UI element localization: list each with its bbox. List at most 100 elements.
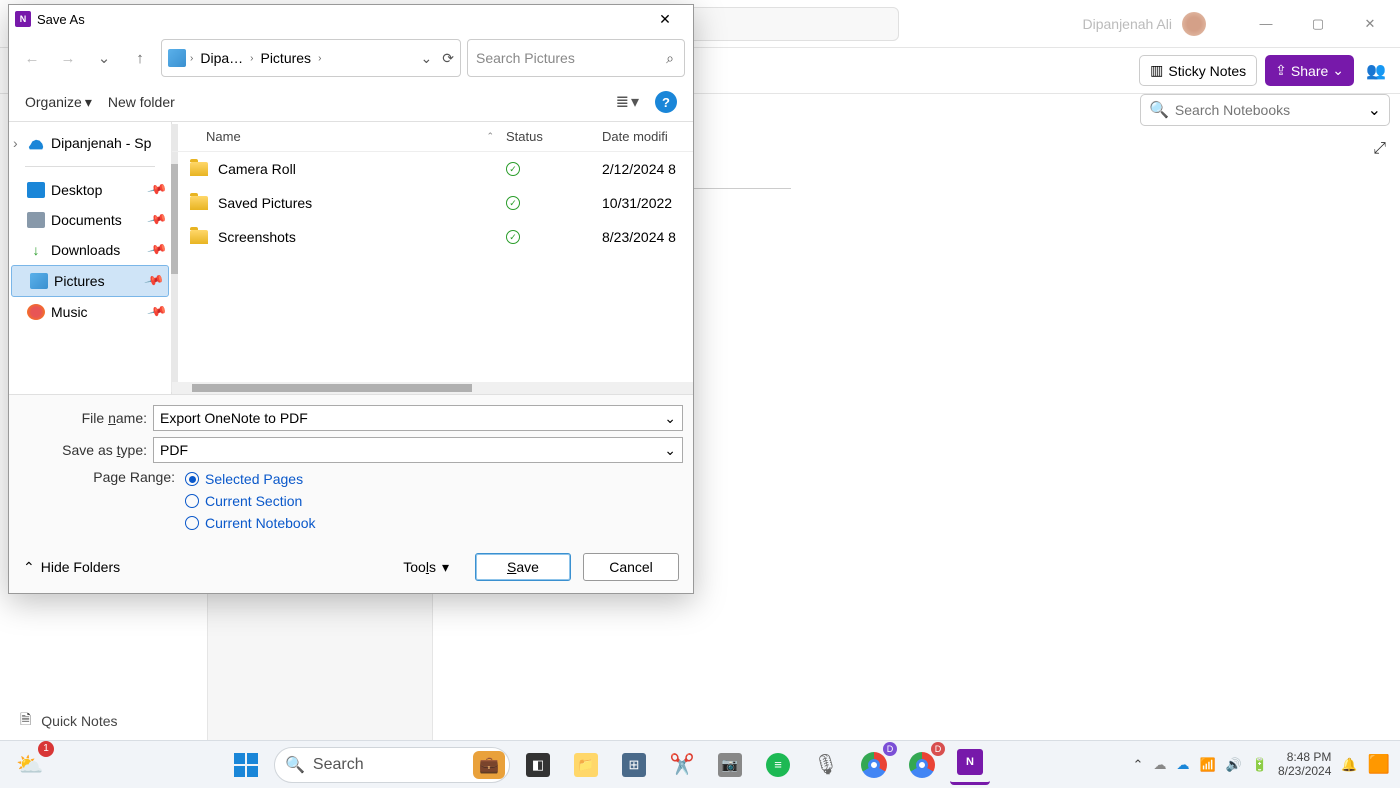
save-button[interactable]: Save [475, 553, 571, 581]
username-label: Dipanjenah Ali [1082, 16, 1172, 32]
task-view-button[interactable]: ◧ [518, 745, 558, 785]
refresh-button[interactable]: ⟳ [442, 50, 454, 67]
notifications-icon[interactable]: 🔔 [1341, 757, 1357, 773]
file-row[interactable]: Saved Pictures ✓ 10/31/2022 [172, 186, 693, 220]
tree-item-desktop[interactable]: Desktop 📌 [9, 175, 171, 205]
file-list-scrollbar[interactable] [172, 382, 693, 394]
weather-widget[interactable]: ⛅ 1 [10, 745, 50, 785]
dialog-close-button[interactable]: ✕ [643, 5, 687, 33]
avatar[interactable] [1182, 12, 1206, 36]
file-row[interactable]: Screenshots ✓ 8/23/2024 8 [172, 220, 693, 254]
breadcrumb[interactable]: › Dipa… › Pictures › ⌄ ⟳ [161, 39, 461, 77]
radio-selected-pages[interactable]: Selected Pages [185, 471, 316, 487]
tree-item-pictures[interactable]: Pictures 📌 [11, 265, 169, 297]
onenote-pages-panel [208, 593, 433, 740]
folder-search[interactable]: Search Pictures ⌕ [467, 39, 685, 77]
minimize-button[interactable]: ― [1244, 9, 1288, 39]
column-date[interactable]: Date modifi [602, 129, 693, 144]
file-date: 8/23/2024 8 [602, 229, 676, 245]
onenote-button[interactable]: N [950, 745, 990, 785]
pin-icon[interactable]: 📌 [146, 179, 168, 201]
file-row[interactable]: Camera Roll ✓ 2/12/2024 8 [172, 152, 693, 186]
search-notebooks-input[interactable] [1175, 102, 1362, 118]
synced-icon: ✓ [506, 230, 520, 244]
presence-icon[interactable]: 👥 [1362, 57, 1390, 85]
radio-current-notebook[interactable]: Current Notebook [185, 515, 316, 531]
column-status[interactable]: Status [506, 129, 602, 144]
tree-label: Pictures [54, 273, 105, 289]
new-folder-button[interactable]: New folder [108, 94, 175, 110]
onedrive-tray-icon-2[interactable]: ☁ [1176, 757, 1189, 773]
tree-item-music[interactable]: Music 📌 [9, 297, 171, 327]
pictures-icon [30, 273, 48, 289]
folder-tree: Dipanjenah - Sp Desktop 📌 Documents 📌 ↓ … [9, 122, 172, 394]
microphone-button[interactable]: 🎙 [806, 745, 846, 785]
breadcrumb-seg-user[interactable]: Dipa… [197, 50, 246, 66]
taskbar-search[interactable]: 🔍 Search 💼 [274, 747, 510, 783]
radio-current-section[interactable]: Current Section [185, 493, 316, 509]
tree-item-onedrive[interactable]: Dipanjenah - Sp [9, 128, 171, 158]
chevron-right-icon[interactable]: › [248, 53, 255, 64]
back-button[interactable]: ← [17, 40, 47, 76]
scrollbar-thumb[interactable] [192, 384, 472, 392]
onedrive-tray-icon[interactable]: ☁ [1153, 757, 1166, 773]
breadcrumb-dropdown[interactable]: ⌄ [421, 50, 433, 67]
chrome-button-1[interactable]: D [854, 745, 894, 785]
organize-menu[interactable]: Organize ▾ [25, 94, 92, 111]
tools-menu[interactable]: Tools ▾ [403, 559, 449, 576]
chrome-button-2[interactable]: D [902, 745, 942, 785]
start-button[interactable] [226, 745, 266, 785]
battery-icon[interactable]: 🔋 [1252, 757, 1268, 773]
tree-item-downloads[interactable]: ↓ Downloads 📌 [9, 235, 171, 265]
forward-button[interactable]: → [53, 40, 83, 76]
taskbar: ⛅ 1 🔍 Search 💼 ◧ 📁 ⊞ ✂️ 📷 ≡ 🎙 D D N ⌃ ☁ … [0, 740, 1400, 788]
spotify-button[interactable]: ≡ [758, 745, 798, 785]
chevron-down-icon: ▾ [85, 94, 92, 111]
clock[interactable]: 8:48 PM 8/23/2024 [1278, 751, 1331, 779]
file-name: Screenshots [218, 229, 506, 245]
chevron-down-icon: ⌄ [1332, 62, 1344, 79]
sticky-notes-button[interactable]: ▥ Sticky Notes [1139, 55, 1257, 86]
file-name-label: File name: [19, 410, 153, 426]
chevron-up-icon: ⌃ [23, 559, 35, 576]
pin-icon[interactable]: 📌 [146, 301, 168, 323]
chevron-down-icon[interactable]: ⌄ [664, 442, 676, 459]
file-explorer-button[interactable]: 📁 [566, 745, 606, 785]
radio-label: Current Section [205, 493, 302, 509]
save-type-select[interactable]: PDF ⌄ [153, 437, 683, 463]
pin-icon[interactable]: 📌 [146, 209, 168, 231]
column-name[interactable]: Name ⌃ [206, 129, 506, 144]
recent-dropdown[interactable]: ⌄ [89, 40, 119, 76]
folder-icon [190, 162, 208, 176]
maximize-button[interactable]: ▢ [1296, 9, 1340, 39]
breadcrumb-seg-pictures[interactable]: Pictures [257, 50, 314, 66]
sort-asc-icon: ⌃ [486, 131, 494, 142]
chevron-down-icon[interactable]: ⌄ [1368, 100, 1381, 120]
file-name-input[interactable]: Export OneNote to PDF ⌄ [153, 405, 683, 431]
search-icon[interactable]: ⌕ [666, 50, 674, 67]
tray-overflow[interactable]: ⌃ [1133, 757, 1144, 773]
copilot-icon[interactable]: 🟧 [1368, 754, 1390, 775]
expand-icon[interactable]: ⤢ [1373, 140, 1386, 158]
folder-icon [190, 230, 208, 244]
pin-icon[interactable]: 📌 [143, 270, 165, 292]
tree-item-documents[interactable]: Documents 📌 [9, 205, 171, 235]
calculator-button[interactable]: ⊞ [614, 745, 654, 785]
quick-notes-item[interactable]: 🗎 Quick Notes [20, 709, 118, 733]
wifi-icon[interactable]: 📶 [1199, 757, 1215, 773]
up-button[interactable]: ↑ [125, 40, 155, 76]
chevron-right-icon[interactable]: › [316, 53, 323, 64]
close-button[interactable]: ✕ [1348, 9, 1392, 39]
search-notebooks[interactable]: 🔍 ⌄ [1140, 94, 1390, 126]
chevron-right-icon[interactable]: › [188, 53, 195, 64]
share-button[interactable]: ⇪ Share ⌄ [1265, 55, 1354, 86]
view-menu[interactable]: ≣ ▾ [616, 92, 639, 112]
volume-icon[interactable]: 🔊 [1226, 757, 1242, 773]
cancel-button[interactable]: Cancel [583, 553, 679, 581]
pin-icon[interactable]: 📌 [146, 239, 168, 261]
snipping-tool-button[interactable]: ✂️ [662, 745, 702, 785]
camera-button[interactable]: 📷 [710, 745, 750, 785]
hide-folders-toggle[interactable]: ⌃ Hide Folders [23, 559, 120, 576]
help-button[interactable]: ? [655, 91, 677, 113]
chevron-down-icon[interactable]: ⌄ [664, 410, 676, 427]
